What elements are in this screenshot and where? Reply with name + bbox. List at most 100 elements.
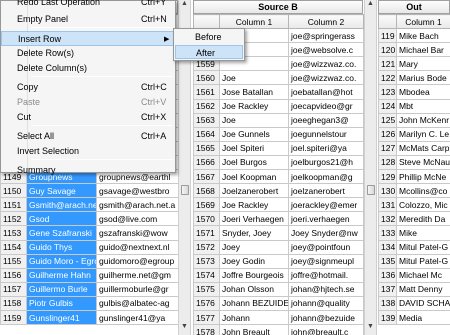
cell-name[interactable]: Mike: [396, 225, 450, 241]
table-row[interactable]: 1576 Johann BEZUIDE johann@quality: [193, 295, 364, 311]
cell-email[interactable]: joeeghegan3@: [288, 112, 364, 128]
row-number[interactable]: 1151: [0, 197, 27, 213]
cell-email[interactable]: Joey Snyder@nw: [288, 225, 364, 241]
row-number[interactable]: 1154: [0, 239, 27, 255]
row-number[interactable]: 1564: [193, 126, 220, 142]
cell-name[interactable]: Media: [396, 309, 450, 326]
cell-email[interactable]: joelburgos21@h: [288, 154, 364, 171]
cell-name[interactable]: Joeri Verhaegen: [219, 211, 289, 227]
cell-email[interactable]: guilherme.net@gm: [96, 267, 179, 283]
cell-email[interactable]: joe@wizzwaz.co.: [288, 70, 364, 86]
row-number[interactable]: 137: [378, 281, 397, 297]
table-row[interactable]: 1569 Joe Rackley joerackley@emer: [193, 197, 364, 213]
table-row[interactable]: 121 Mary: [378, 56, 450, 72]
cell-email[interactable]: joel.spiteri@ya: [288, 140, 364, 156]
cell-name[interactable]: Mary: [396, 56, 450, 72]
cell-name[interactable]: John McKenr: [396, 112, 450, 128]
table-row[interactable]: 124 Mbt: [378, 98, 450, 114]
cell-email[interactable]: gszafranski@wow: [96, 225, 179, 241]
cell-email[interactable]: johan@hjtech.se: [288, 281, 364, 297]
row-number[interactable]: 1565: [193, 140, 220, 156]
cell-name[interactable]: Joe Rackley: [219, 98, 289, 114]
cell-name[interactable]: Guido Moro - Egroup: [26, 253, 97, 269]
row-number[interactable]: 1562: [193, 98, 220, 114]
table-row[interactable]: 1561 Jose Batallan joebatallan@hot: [193, 84, 364, 100]
row-number[interactable]: 135: [378, 253, 397, 269]
col-header-1[interactable]: Column 1: [396, 13, 450, 30]
table-row[interactable]: 1563 Joe joeeghegan3@: [193, 112, 364, 128]
cell-email[interactable]: joelzanerobert: [288, 183, 364, 199]
table-row[interactable]: 127 McMats Carp: [378, 140, 450, 156]
cell-name[interactable]: Colozzo, Mic: [396, 197, 450, 213]
table-row[interactable]: 135 Mitul Patel-G: [378, 253, 450, 269]
cell-email[interactable]: joe@springerass: [288, 28, 364, 44]
table-row[interactable]: 128 Steve McNau: [378, 154, 450, 171]
table-row[interactable]: 1155Guido Moro - Egroupguidomoro@egroup: [0, 253, 179, 269]
cell-name[interactable]: DAVID SCHA: [396, 295, 450, 311]
row-number[interactable]: 1155: [0, 253, 27, 269]
table-row[interactable]: 1158 Piotr Gulbis gulbis@albatec-ag: [0, 295, 179, 311]
menu-item[interactable]: Invert Selection: [1, 144, 175, 159]
row-number[interactable]: 1560: [193, 70, 220, 86]
table-row[interactable]: 1566 Joel Burgos joelburgos21@h: [193, 154, 364, 171]
table-row[interactable]: 126 Marilyn C. Le: [378, 126, 450, 142]
cell-email[interactable]: gsod@live.com: [96, 211, 179, 227]
cell-email[interactable]: john@breault.c: [288, 324, 364, 335]
cell-name[interactable]: Joel Koopman: [219, 169, 289, 185]
cell-name[interactable]: Marius Bode: [396, 70, 450, 86]
row-number[interactable]: 1156: [0, 267, 27, 283]
scroll-down-icon[interactable]: ▼: [365, 323, 376, 335]
row-number[interactable]: 1577: [193, 309, 220, 326]
cell-name[interactable]: Joe: [219, 112, 289, 128]
menu-item[interactable]: Delete Column(s): [1, 61, 175, 76]
menu-item[interactable]: Summary: [1, 163, 175, 178]
cell-name[interactable]: Gunslinger41: [26, 309, 97, 326]
row-number[interactable]: 1150: [0, 183, 27, 199]
cell-email[interactable]: gunslinger41@ya: [96, 309, 179, 326]
table-row[interactable]: 1564 Joe Gunnels joegunnelstour: [193, 126, 364, 142]
scroll-thumb[interactable]: [367, 185, 375, 195]
table-row[interactable]: 137 Matt Denny: [378, 281, 450, 297]
cell-name[interactable]: McMats Carp: [396, 140, 450, 156]
cell-name[interactable]: Mcollins@co: [396, 183, 450, 199]
row-number[interactable]: 1566: [193, 154, 220, 171]
cell-name[interactable]: Joe Gunnels: [219, 126, 289, 142]
row-number[interactable]: 136: [378, 267, 397, 283]
cell-email[interactable]: gulbis@albatec-ag: [96, 295, 179, 311]
row-number[interactable]: 1575: [193, 281, 220, 297]
cell-name[interactable]: Jose Batallan: [219, 84, 289, 100]
table-row[interactable]: 136 Michael Mc: [378, 267, 450, 283]
cell-name[interactable]: John Breault: [219, 324, 289, 335]
table-row[interactable]: 133 Mike: [378, 225, 450, 241]
table-row[interactable]: 1151Gsmith@arach.net.augsmith@arach.net.…: [0, 197, 179, 213]
cell-email[interactable]: joebatallan@hot: [288, 84, 364, 100]
table-row[interactable]: 1153 Gene Szafranski gszafranski@wow: [0, 225, 179, 241]
cell-name[interactable]: Guy Savage: [26, 183, 97, 199]
cell-name[interactable]: Johann BEZUIDE: [219, 295, 289, 311]
cell-name[interactable]: Guido Thys: [26, 239, 97, 255]
table-row[interactable]: 1152 Gsod gsod@live.com: [0, 211, 179, 227]
cell-email[interactable]: joelkoopman@g: [288, 169, 364, 185]
cell-email[interactable]: joecapvideo@gr: [288, 98, 364, 114]
insert-after-item[interactable]: After: [175, 45, 243, 59]
row-number[interactable]: 1561: [193, 84, 220, 100]
table-row[interactable]: 1150 Guy Savage gsavage@westbro: [0, 183, 179, 199]
cell-email[interactable]: joe@wizzwaz.co.: [288, 56, 364, 72]
cell-name[interactable]: Joe Rackley: [219, 197, 289, 213]
table-row[interactable]: 1571 Snyder, Joey Joey Snyder@nw: [193, 225, 364, 241]
cell-email[interactable]: joey@signmeupl: [288, 253, 364, 269]
row-number[interactable]: 126: [378, 126, 397, 142]
cell-email[interactable]: joegunnelstour: [288, 126, 364, 142]
table-row[interactable]: 1560 Joe joe@wizzwaz.co.: [193, 70, 364, 86]
cell-name[interactable]: Joelzanerobert: [219, 183, 289, 199]
menu-item[interactable]: Select All Ctrl+A: [1, 129, 175, 144]
row-number[interactable]: 1574: [193, 267, 220, 283]
row-number[interactable]: 1570: [193, 211, 220, 227]
row-number[interactable]: 1159: [0, 309, 27, 326]
table-row[interactable]: 129 Phillip McNe: [378, 169, 450, 185]
row-number[interactable]: 1573: [193, 253, 220, 269]
table-row[interactable]: 1565 Joel Spiteri joel.spiteri@ya: [193, 140, 364, 156]
table-row[interactable]: 1156 Guilherme Hahn guilherme.net@gm: [0, 267, 179, 283]
row-number[interactable]: 128: [378, 154, 397, 171]
cell-name[interactable]: Matt Denny: [396, 281, 450, 297]
